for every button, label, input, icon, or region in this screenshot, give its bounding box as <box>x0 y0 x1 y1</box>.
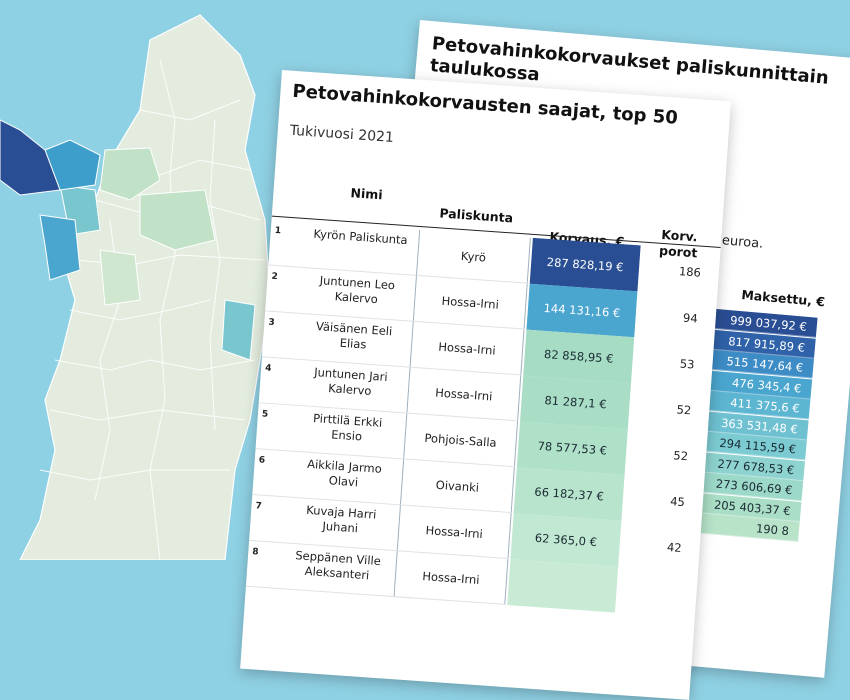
count-cell: 52 <box>672 448 689 464</box>
payment-cell: 144 131,16 € <box>526 283 638 338</box>
name-cell: Kuvaja Harri Juhani <box>305 502 377 536</box>
payment-cell: 66 182,37 € <box>513 467 625 521</box>
count-cell: 53 <box>679 356 695 372</box>
rank-cell: 1 <box>274 225 282 237</box>
top-recipients-sheet: Petovahinkokorvausten saajat, top 50 Tuk… <box>240 70 731 700</box>
count-cell: 52 <box>676 402 692 418</box>
column-header-paid: Maksettu, € <box>740 287 826 310</box>
name-cell: Juntunen Leo Kalervo <box>319 273 396 307</box>
rank-cell: 4 <box>264 363 272 374</box>
count-cell: 45 <box>669 494 686 510</box>
count-cell: 94 <box>682 310 699 326</box>
rank-cell: 5 <box>261 409 269 420</box>
name-cell: Väisänen Eeli Elias <box>315 319 393 352</box>
payment-cell <box>507 559 619 613</box>
payment-cell: 81 287,1 € <box>520 375 632 429</box>
count-cell: 42 <box>666 540 683 556</box>
rank-cell: 3 <box>267 317 275 329</box>
name-cell: Aikkila Jarmo Olavi <box>306 456 383 490</box>
name-cell: Seppänen Ville Aleksanteri <box>294 548 382 583</box>
rank-cell: 7 <box>255 501 263 512</box>
payment-cell: 82 858,95 € <box>523 329 635 384</box>
map-region-teal <box>221 299 256 361</box>
name-cell: Kyrön Paliskunta <box>313 226 409 248</box>
rank-cell: 8 <box>251 547 259 558</box>
count-cell <box>623 567 686 617</box>
rank-cell: 6 <box>258 455 266 466</box>
column-header-club: Paliskunta <box>438 205 514 226</box>
name-cell: Juntunen Jari Kalervo <box>313 365 389 399</box>
name-cell: Pirttilä Erkki Ensio <box>312 411 383 444</box>
count-cell: 186 <box>678 264 702 280</box>
payment-cell: 78 577,53 € <box>516 421 628 475</box>
rank-cell: 2 <box>271 271 279 283</box>
payment-cell: 62 365,0 € <box>510 513 622 567</box>
payment-cell: 287 828,19 € <box>529 237 641 292</box>
map-region-green <box>99 249 141 306</box>
top-recipients-subtitle: Tukivuosi 2021 <box>289 122 395 146</box>
column-header-name: Nimi <box>350 185 384 203</box>
